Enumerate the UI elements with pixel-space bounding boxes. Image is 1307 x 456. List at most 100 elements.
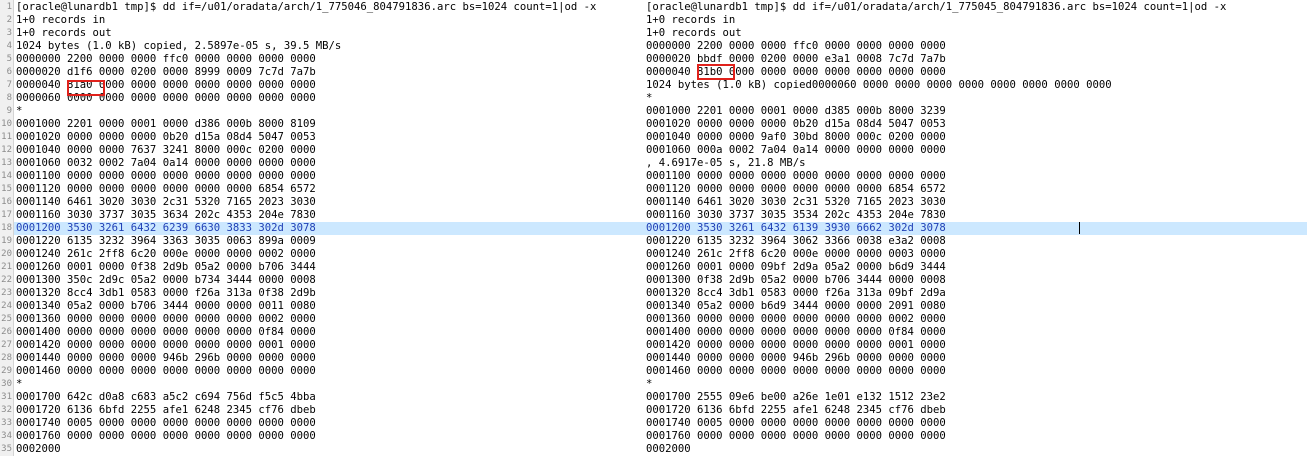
line-number-gutter: 1 2 3 4 5 6 7 8 9 10 11 12 13 14 15 16 17 18 19 20 21 22 23 24 2… [0,0,14,456]
right-output-text: 0001140 6461 3020 3030 2c31 5320 7165 20… [646,196,946,208]
left-output-text: 0001420 0000 0000 0000 0000 0000 0000 00… [16,339,316,351]
line-number: 29 [1,366,12,376]
editor-line[interactable]: 0001740 0005 0000 0000 0000 0000 0000 00… [14,417,1307,430]
editor-line[interactable]: 0001140 6461 3020 3030 2c31 5320 7165 20… [14,196,1307,209]
editor-line[interactable]: 0001040 0000 0000 7637 3241 8000 000c 02… [14,144,1307,157]
line-number: 8 [6,93,12,103]
left-output-text: 0001040 0000 0000 7637 3241 8000 000c 02… [16,144,316,156]
editor-line[interactable]: 0000040 81a0 0000 0000 0000 0000 0000 00… [14,79,1307,92]
right-output-text: 0001740 0005 0000 0000 0000 0000 0000 00… [646,417,946,429]
left-output-text: 0001020 0000 0000 0000 0b20 d15a 08d4 50… [16,131,316,143]
editor-line[interactable]: 0001260 0001 0000 0f38 2d9b 05a2 0000 b7… [14,261,1307,274]
line-number: 25 [1,314,12,324]
editor-line[interactable]: 1+0 records out 1+0 records out [14,27,1307,40]
right-output-text: 0001220 6135 3232 3964 3062 3366 0038 e3… [646,235,946,247]
editor-line[interactable]: 0001400 0000 0000 0000 0000 0000 0000 0f… [14,326,1307,339]
editor-line[interactable]: 0001460 0000 0000 0000 0000 0000 0000 00… [14,365,1307,378]
line-number: 31 [1,392,12,402]
line-number: 17 [1,210,12,220]
line-number: 28 [1,353,12,363]
line-number: 34 [1,431,12,441]
editor-line[interactable]: 0001360 0000 0000 0000 0000 0000 0000 00… [14,313,1307,326]
editor-line[interactable]: 0001700 642c d0a8 c683 a5c2 c694 756d f5… [14,391,1307,404]
left-output-text: 0001220 6135 3232 3964 3363 3035 0063 89… [16,235,316,247]
left-output-text: 0001120 0000 0000 0000 0000 0000 0000 68… [16,183,316,195]
text-editor[interactable]: 1 2 3 4 5 6 7 8 9 10 11 12 13 14 15 16 17 18 19 20 21 22 23 24 2… [0,0,1307,456]
right-output-text: 0001320 8cc4 3db1 0583 0000 f26a 313a 09… [646,287,946,299]
right-output-text: , 4.6917e-05 s, 21.8 MB/s [646,157,806,169]
line-number: 14 [1,171,12,181]
left-output-text: 0001160 3030 3737 3035 3634 202c 4353 20… [16,209,316,221]
right-output-text: 0001440 0000 0000 0000 946b 296b 0000 00… [646,352,946,364]
right-output-text: * [646,92,653,104]
right-output-text: 0001420 0000 0000 0000 0000 0000 0000 00… [646,339,946,351]
left-output-text: 0000060 0000 0000 0000 0000 0000 0000 00… [16,92,316,104]
line-number: 9 [6,106,12,116]
editor-line[interactable]: 0001420 0000 0000 0000 0000 0000 0000 00… [14,339,1307,352]
editor-line[interactable]: 0001720 6136 6bfd 2255 afe1 6248 2345 cf… [14,404,1307,417]
editor-line[interactable]: 0001440 0000 0000 0000 946b 296b 0000 00… [14,352,1307,365]
line-number: 13 [1,158,12,168]
left-output-text: 1024 bytes (1.0 kB) copied, 2.5897e-05 s… [16,40,342,52]
left-output-text: 0001060 0032 0002 7a04 0a14 0000 0000 00… [16,157,316,169]
right-output-text: 0001240 261c 2ff8 6c20 000e 0000 0000 00… [646,248,946,260]
left-output-text: 0001360 0000 0000 0000 0000 0000 0000 00… [16,313,316,325]
left-output-text: 0001340 05a2 0000 b706 3444 0000 0000 00… [16,300,316,312]
editor-line[interactable]: 0000020 d1f6 0000 0200 0000 8999 0009 7c… [14,66,1307,79]
right-output-text: 0001060 000a 0002 7a04 0a14 0000 0000 00… [646,144,946,156]
editor-line[interactable]: 0001340 05a2 0000 b706 3444 0000 0000 00… [14,300,1307,313]
left-output-text: 0001400 0000 0000 0000 0000 0000 0000 0f… [16,326,316,338]
line-number: 23 [1,288,12,298]
right-output-text: 0001040 0000 0000 9af0 30bd 8000 000c 02… [646,131,946,143]
editor-line[interactable]: * 0001000 2201 0000 0001 0000 d385 000b 8… [14,105,1307,118]
right-output-text: * [646,378,653,390]
editor-line[interactable]: 0001220 6135 3232 3964 3363 3035 0063 89… [14,235,1307,248]
line-number: 21 [1,262,12,272]
left-output-text: 0001440 0000 0000 0000 946b 296b 0000 00… [16,352,316,364]
line-number: 22 [1,275,12,285]
editor-line[interactable]: 0001060 0032 0002 7a04 0a14 0000 0000 00… [14,157,1307,170]
left-output-text: 1+0 records in [16,14,106,26]
editor-line[interactable]: 0001760 0000 0000 0000 0000 0000 0000 00… [14,430,1307,443]
right-output-text: 0001700 2555 09e6 be00 a26e 1e01 e132 15… [646,391,946,403]
editor-line[interactable]: 1024 bytes (1.0 kB) copied, 2.5897e-05 s… [14,40,1307,53]
line-number: 10 [1,119,12,129]
right-output-text: 0001020 0000 0000 0000 0b20 d15a 08d4 50… [646,118,946,130]
left-output-text: * [16,105,23,117]
right-output-text: 1+0 records in [646,14,736,26]
editor-line[interactable]: 0001100 0000 0000 0000 0000 0000 0000 00… [14,170,1307,183]
editor-line[interactable]: 0000000 2200 0000 0000 ffc0 0000 0000 00… [14,53,1307,66]
line-number: 5 [6,54,12,64]
editor-line[interactable]: 0001000 2201 0000 0001 0000 d386 000b 80… [14,118,1307,131]
line-number: 12 [1,145,12,155]
editor-line[interactable]: 0001300 350c 2d9c 05a2 0000 b734 3444 00… [14,274,1307,287]
left-output-text: 0001320 8cc4 3db1 0583 0000 f26a 313a 0f… [16,287,316,299]
line-number: 7 [6,80,12,90]
editor-line[interactable]: * * [14,378,1307,391]
left-output-text: 0001200 3530 3261 6432 6239 6630 3833 30… [16,222,316,234]
editor-line[interactable]: 0000060 0000 0000 0000 0000 0000 0000 00… [14,92,1307,105]
right-output-text: 0001120 0000 0000 0000 0000 0000 0000 68… [646,183,946,195]
left-output-text: 0001700 642c d0a8 c683 a5c2 c694 756d f5… [16,391,316,403]
editor-line[interactable]: 0001020 0000 0000 0000 0b20 d15a 08d4 50… [14,131,1307,144]
left-output-text: 0001760 0000 0000 0000 0000 0000 0000 00… [16,430,316,442]
current-line[interactable]: 0001200 3530 3261 6432 6239 6630 3833 30… [14,222,1307,235]
left-output-text: 0001100 0000 0000 0000 0000 0000 0000 00… [16,170,316,182]
editor-line[interactable]: 0001160 3030 3737 3035 3634 202c 4353 20… [14,209,1307,222]
right-output-text: 0001400 0000 0000 0000 0000 0000 0000 0f… [646,326,946,338]
right-output-text: 0000040 81b0 0000 0000 0000 0000 0000 00… [646,66,946,78]
editor-line[interactable]: 0001240 261c 2ff8 6c20 000e 0000 0000 00… [14,248,1307,261]
editor-line[interactable]: 1+0 records in 1+0 records in [14,14,1307,27]
left-output-text: 0001000 2201 0000 0001 0000 d386 000b 80… [16,118,316,130]
right-output-text: [oracle@lunardb1 tmp]$ dd if=/u01/oradat… [646,1,1227,13]
editor-line[interactable]: 0001320 8cc4 3db1 0583 0000 f26a 313a 0f… [14,287,1307,300]
right-output-text: 0001720 6136 6bfd 2255 afe1 6248 2345 cf… [646,404,946,416]
line-number: 33 [1,418,12,428]
editor-line[interactable]: [oracle@lunardb1 tmp]$ dd if=/u01/oradat… [14,1,1307,14]
left-output-text: * [16,378,23,390]
text-cursor [1079,222,1080,234]
line-number: 27 [1,340,12,350]
editor-line[interactable]: 0001120 0000 0000 0000 0000 0000 0000 68… [14,183,1307,196]
editor-line[interactable]: 0002000 0002000 [14,443,1307,456]
line-number: 3 [6,28,12,38]
